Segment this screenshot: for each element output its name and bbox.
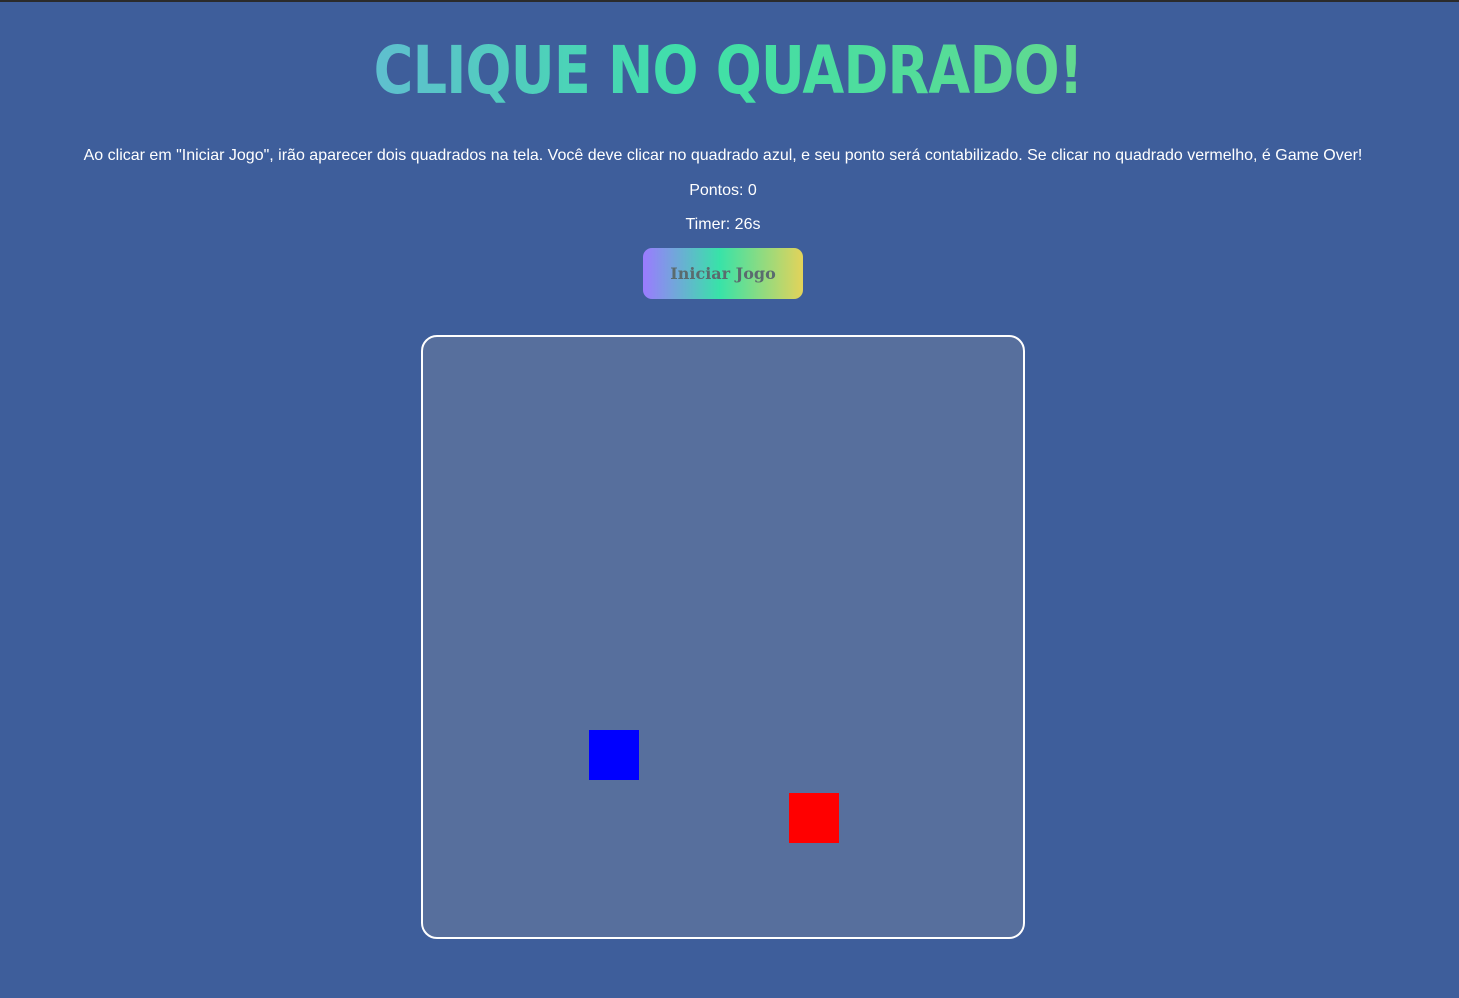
timer-display: Timer: 26s xyxy=(685,216,761,233)
blue-square[interactable] xyxy=(589,730,639,780)
red-square[interactable] xyxy=(789,793,839,843)
instructions-text: Ao clicar em "Iniciar Jogo", irão aparec… xyxy=(83,147,1363,164)
page-title: CLIQUE NO QUADRADO! xyxy=(130,30,1326,112)
score-display: Pontos: 0 xyxy=(689,182,757,199)
page-title-text: CLIQUE NO QUADRADO! xyxy=(373,32,1084,109)
start-game-button[interactable]: Iniciar Jogo xyxy=(643,248,803,299)
game-board xyxy=(421,335,1025,939)
